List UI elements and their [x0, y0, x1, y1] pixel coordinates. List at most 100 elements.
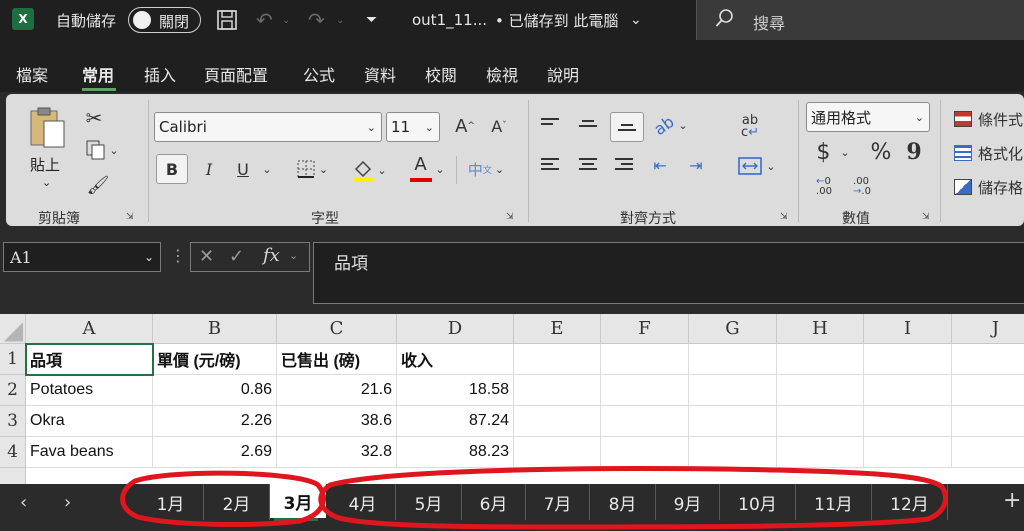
- cut-icon[interactable]: ✂: [82, 106, 106, 130]
- cell-b1[interactable]: 單價 (元/磅): [153, 344, 277, 375]
- column-header[interactable]: H: [777, 314, 864, 344]
- merge-center-icon[interactable]: ⌄: [732, 152, 782, 180]
- chevron-down-icon[interactable]: ⌄: [630, 0, 642, 40]
- cell[interactable]: [689, 437, 777, 468]
- align-right-icon[interactable]: [610, 152, 638, 178]
- cell[interactable]: [601, 406, 689, 437]
- column-header[interactable]: B: [153, 314, 277, 344]
- row-header[interactable]: [0, 468, 26, 484]
- tab-formulas[interactable]: 公式: [303, 62, 335, 86]
- row-header[interactable]: 4: [0, 437, 26, 468]
- copy-icon[interactable]: ⌄: [80, 138, 124, 162]
- chevron-down-icon[interactable]: ⌄: [144, 250, 154, 264]
- column-header[interactable]: D: [397, 314, 514, 344]
- cell-b2[interactable]: 0.86: [153, 375, 277, 406]
- font-color-icon[interactable]: A ⌄: [404, 152, 450, 186]
- column-header[interactable]: J: [952, 314, 1024, 344]
- conditional-formatting-button[interactable]: 條件式: [954, 106, 1024, 132]
- currency-icon[interactable]: $ ⌄: [812, 138, 854, 166]
- align-middle-icon[interactable]: [574, 112, 602, 138]
- increase-decimal-icon[interactable]: ←0.00: [810, 174, 838, 200]
- cell[interactable]: [514, 344, 601, 375]
- cell-d1[interactable]: 收入: [397, 344, 514, 375]
- cell[interactable]: [952, 344, 1024, 375]
- cell[interactable]: [601, 375, 689, 406]
- previous-sheet-icon[interactable]: ‹: [20, 492, 27, 513]
- chevron-down-icon[interactable]: ⌄: [289, 249, 298, 262]
- save-icon[interactable]: [216, 0, 238, 40]
- redo-icon[interactable]: ↷: [308, 0, 325, 40]
- worksheet-grid[interactable]: A B C D E F G H I J 1 2 3 4 品項 單價 (元/磅) …: [0, 314, 1024, 484]
- column-header[interactable]: I: [864, 314, 952, 344]
- align-left-icon[interactable]: [536, 152, 564, 178]
- sheet-tab-oct[interactable]: 10月: [720, 484, 796, 520]
- wrap-text-icon[interactable]: ab c↵: [736, 112, 764, 142]
- orientation-icon[interactable]: ab ⌄: [648, 111, 694, 138]
- bold-button[interactable]: B: [156, 154, 188, 184]
- cell-a4[interactable]: Fava beans: [26, 437, 153, 468]
- tab-view[interactable]: 檢視: [486, 62, 518, 86]
- save-status[interactable]: • 已儲存到 此電腦: [495, 0, 618, 40]
- borders-icon[interactable]: ⌄: [288, 154, 336, 184]
- sheet-tab-mar[interactable]: 3月: [270, 484, 326, 518]
- column-header[interactable]: C: [277, 314, 397, 344]
- cell-a2[interactable]: Potatoes: [26, 375, 153, 406]
- sheet-tab-sep[interactable]: 9月: [656, 484, 720, 520]
- sheet-tab-feb[interactable]: 2月: [204, 484, 270, 520]
- paste-icon[interactable]: [28, 104, 68, 150]
- clipboard-launcher-icon[interactable]: ⇲: [126, 212, 134, 222]
- underline-dropdown-icon[interactable]: ⌄: [260, 154, 274, 184]
- decrease-indent-icon[interactable]: ⇤: [646, 152, 674, 178]
- sheet-tab-aug[interactable]: 8月: [590, 484, 656, 520]
- underline-button[interactable]: U: [230, 154, 256, 184]
- tab-review[interactable]: 校閱: [425, 62, 457, 86]
- cell[interactable]: [777, 375, 864, 406]
- sheet-tab-may[interactable]: 5月: [396, 484, 462, 520]
- add-sheet-icon[interactable]: +: [1003, 488, 1021, 513]
- enter-icon[interactable]: ✓: [229, 246, 244, 267]
- grow-font-icon[interactable]: A ^: [452, 112, 478, 140]
- sheet-tab-apr[interactable]: 4月: [330, 484, 396, 520]
- tab-help[interactable]: 說明: [547, 62, 579, 86]
- search-box[interactable]: 搜尋: [696, 0, 1024, 40]
- cell[interactable]: [514, 437, 601, 468]
- sheet-tab-dec[interactable]: 12月: [872, 484, 948, 520]
- next-sheet-icon[interactable]: ›: [64, 492, 71, 513]
- align-bottom-icon[interactable]: [610, 112, 644, 142]
- undo-icon[interactable]: ↶: [256, 0, 273, 40]
- cell[interactable]: [514, 406, 601, 437]
- cell-d3[interactable]: 87.24: [397, 406, 514, 437]
- align-center-icon[interactable]: [574, 152, 602, 178]
- tab-page-layout[interactable]: 頁面配置: [204, 62, 268, 86]
- italic-button[interactable]: I: [196, 154, 222, 184]
- paste-label[interactable]: 貼上: [30, 154, 60, 175]
- paste-dropdown-icon[interactable]: ⌄: [42, 176, 51, 189]
- format-painter-icon[interactable]: 🖌: [84, 172, 112, 198]
- tab-insert[interactable]: 插入: [144, 62, 176, 86]
- font-name-select[interactable]: Calibri ⌄: [154, 112, 382, 142]
- cell-c2[interactable]: 21.6: [277, 375, 397, 406]
- tab-file[interactable]: 檔案: [16, 62, 48, 86]
- increase-indent-icon[interactable]: ⇥: [682, 152, 710, 178]
- phonetic-guide-icon[interactable]: 中文 ⌄: [462, 154, 510, 184]
- column-header[interactable]: E: [514, 314, 601, 344]
- column-header[interactable]: A: [26, 314, 153, 344]
- name-box[interactable]: A1 ⌄: [3, 242, 161, 272]
- sheet-tab-jul[interactable]: 7月: [526, 484, 590, 520]
- cell[interactable]: [864, 344, 952, 375]
- cell-a3[interactable]: Okra: [26, 406, 153, 437]
- cell-styles-button[interactable]: 儲存格: [954, 174, 1024, 200]
- sheet-tab-jan[interactable]: 1月: [138, 484, 204, 520]
- align-top-icon[interactable]: [536, 112, 564, 138]
- insert-function-icon[interactable]: fx: [263, 245, 280, 266]
- format-as-table-button[interactable]: 格式化: [954, 140, 1024, 166]
- cell[interactable]: [514, 375, 601, 406]
- sheet-tab-jun[interactable]: 6月: [462, 484, 526, 520]
- cell-b4[interactable]: 2.69: [153, 437, 277, 468]
- cell-c1[interactable]: 已售出 (磅): [277, 344, 397, 375]
- cell[interactable]: [952, 406, 1024, 437]
- column-header[interactable]: G: [689, 314, 777, 344]
- cell[interactable]: [864, 375, 952, 406]
- cell-b3[interactable]: 2.26: [153, 406, 277, 437]
- cell-d2[interactable]: 18.58: [397, 375, 514, 406]
